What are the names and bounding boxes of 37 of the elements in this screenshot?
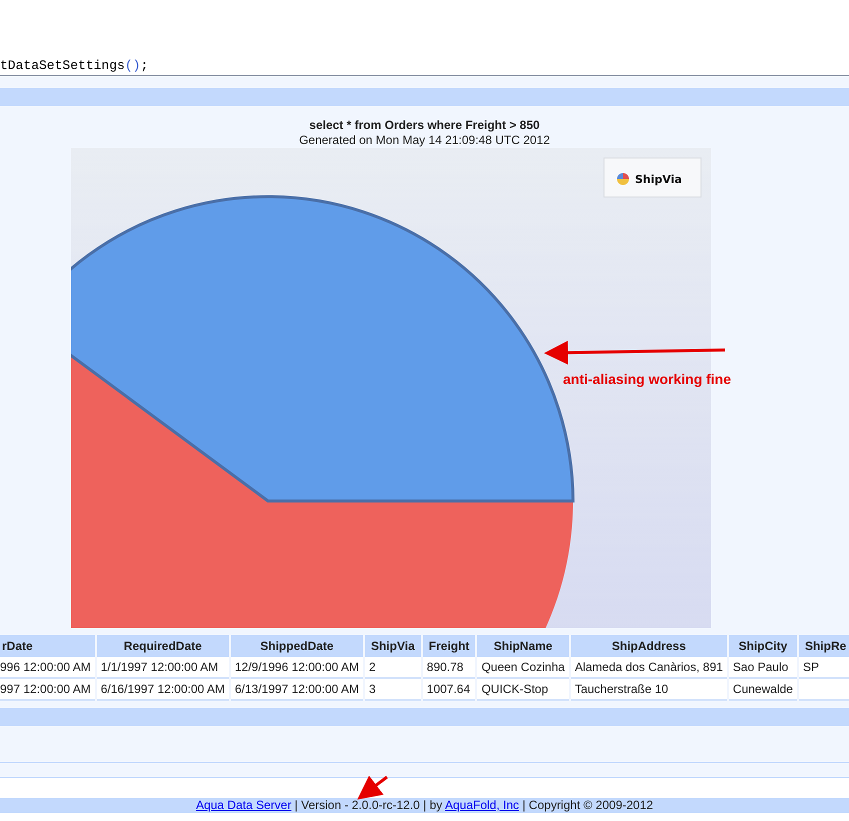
footer-link[interactable]: Aqua Data Server	[196, 798, 292, 812]
table-cell: 996 12:00:00 AM	[0, 657, 95, 679]
column-header[interactable]: ShippedDate	[230, 635, 363, 657]
column-header[interactable]: ShipRe	[798, 635, 849, 657]
column-header[interactable]: ShipVia	[364, 635, 421, 657]
table-cell: Taucherstraße 10	[570, 679, 727, 701]
code-line: tDataSetSettings();	[0, 58, 148, 74]
column-header[interactable]: ShipCity	[728, 635, 797, 657]
table-cell: 1007.64	[422, 679, 476, 701]
pie-icon	[617, 173, 629, 185]
table-cell: 3	[364, 679, 421, 701]
table-cell: 2	[364, 657, 421, 679]
table-cell: QUICK-Stop	[477, 679, 569, 701]
footer-text: | Version - 2.0.0-rc-12.0 | by	[294, 798, 444, 812]
column-header[interactable]: rDate	[0, 635, 95, 657]
table-cell: Cunewalde	[728, 679, 797, 701]
annotation-text: anti-aliasing working fine	[563, 370, 732, 389]
table-cell: SP	[798, 657, 849, 679]
column-header[interactable]: ShipName	[477, 635, 569, 657]
table-cell: Queen Cozinha	[477, 657, 569, 679]
table-cell: 6/13/1997 12:00:00 AM	[230, 679, 363, 701]
annotation-arrow	[357, 776, 388, 800]
column-header[interactable]: RequiredDate	[96, 635, 229, 657]
table-cell: Sao Paulo	[728, 657, 797, 679]
table-cell: 6/16/1997 12:00:00 AM	[96, 679, 229, 701]
table-cell: 12/9/1996 12:00:00 AM	[230, 657, 363, 679]
table-cell: Alameda dos Canàrios, 891	[570, 657, 727, 679]
table-cell: 997 12:00:00 AM	[0, 679, 95, 701]
table-cell: 1/1/1997 12:00:00 AM	[96, 657, 229, 679]
footer-link[interactable]: AquaFold, Inc	[444, 798, 520, 812]
report-title: select * from Orders where Freight > 850	[308, 117, 541, 133]
report-subtitle: Generated on Mon May 14 21:09:48 UTC 2012	[298, 133, 551, 148]
legend-label: ShipVia	[635, 173, 682, 186]
column-header[interactable]: ShipAddress	[570, 635, 727, 657]
footer-text: | Copyright © 2009-2012	[521, 798, 654, 812]
column-header[interactable]: Freight	[422, 635, 476, 657]
table-cell: 890.78	[422, 657, 476, 679]
